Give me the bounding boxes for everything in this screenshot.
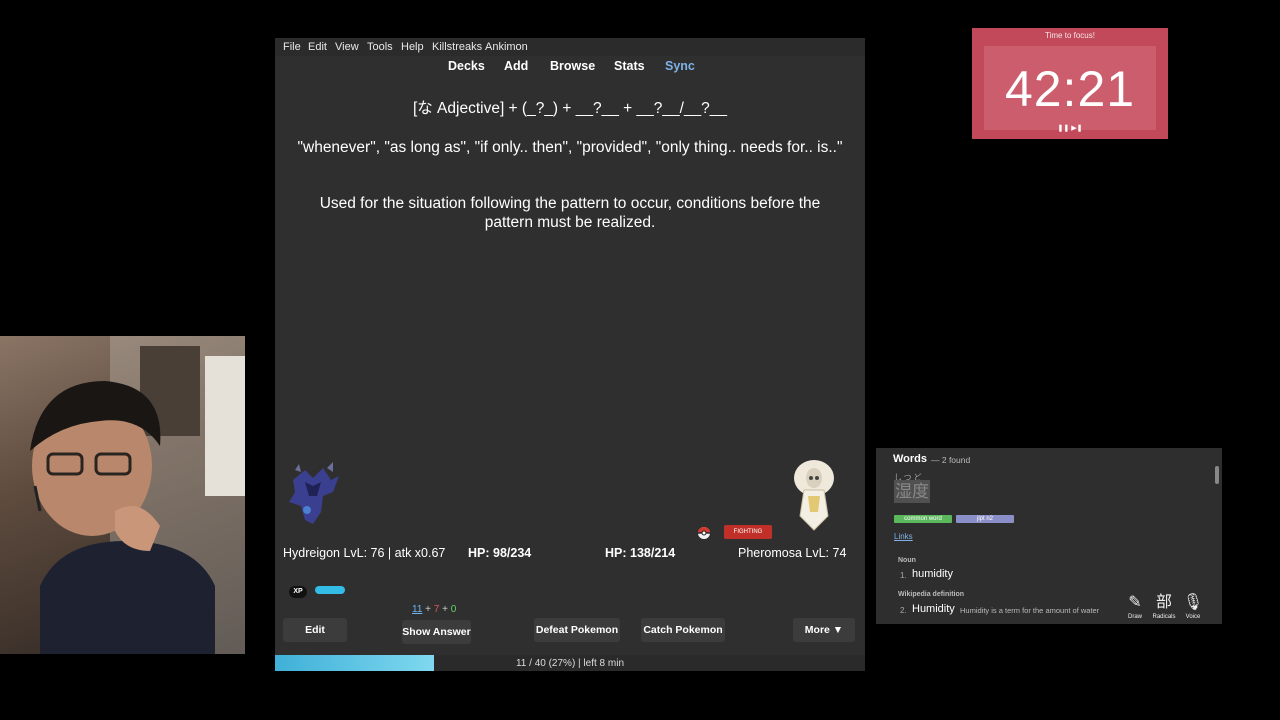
- scrollbar[interactable]: [1215, 466, 1219, 484]
- tag-common: common word: [894, 515, 952, 523]
- menu-tools[interactable]: Tools: [367, 41, 393, 53]
- enemy-hp: HP: 138/214: [605, 546, 676, 560]
- voice-tool[interactable]: 🎙 Voice: [1180, 594, 1206, 620]
- menu-ankimon[interactable]: Ankimon: [485, 41, 528, 53]
- hydreigon-sprite: [289, 462, 339, 524]
- radical-icon: 部: [1155, 594, 1172, 611]
- menu-help[interactable]: Help: [401, 41, 424, 53]
- definition-1: humidity: [912, 568, 953, 580]
- enemy-pokemon-info: Pheromosa LvL: 74: [738, 546, 847, 560]
- wikipedia-label: Wikipedia definition: [898, 591, 965, 598]
- show-answer-button[interactable]: Show Answer: [402, 620, 471, 644]
- timer-display: 42:21: [984, 46, 1156, 130]
- top-links: Decks Add Browse Stats Sync: [275, 59, 865, 77]
- webcam-feed: [0, 336, 245, 654]
- link-browse[interactable]: Browse: [550, 59, 595, 73]
- card-front: [な Adjective] + (_?_) + __?__ + __?__/__…: [412, 100, 728, 117]
- radicals-tool[interactable]: 部 Radicals: [1151, 594, 1177, 620]
- card-meanings: "whenever", "as long as", "if only.. the…: [297, 139, 843, 156]
- menu-file[interactable]: File: [283, 41, 301, 53]
- due-counts: 11 + 7 + 0: [412, 604, 457, 615]
- tag-jlpt: jlpt n2: [956, 515, 1014, 523]
- dictionary-title: Words: [893, 453, 928, 465]
- defeat-pokemon-button[interactable]: Defeat Pokemon: [534, 618, 620, 642]
- edit-button[interactable]: Edit: [283, 618, 347, 642]
- links-link[interactable]: Links: [894, 532, 913, 541]
- draw-tool[interactable]: ✎ Draw: [1122, 594, 1148, 620]
- player-hp: HP: 98/234: [468, 546, 532, 560]
- pencil-icon: ✎: [1128, 594, 1142, 611]
- microphone-icon: 🎙: [1182, 594, 1204, 611]
- results-count: — 2 found: [931, 455, 971, 465]
- menu-view[interactable]: View: [335, 41, 359, 53]
- xp-label: XP: [289, 586, 307, 598]
- link-add[interactable]: Add: [504, 59, 528, 73]
- menu-edit[interactable]: Edit: [308, 41, 327, 53]
- anki-window: File Edit View Tools Help Killstreaks An…: [275, 38, 865, 671]
- word-kanji[interactable]: 湿度: [894, 480, 930, 503]
- menu-bar: File Edit View Tools Help Killstreaks An…: [275, 38, 865, 56]
- definition-2: Humidity: [912, 603, 955, 615]
- progress-text: 11 / 40 (27%) | left 8 min: [515, 658, 625, 669]
- definition-2-description: Humidity is a term for the amount of wat…: [960, 606, 1100, 615]
- more-button[interactable]: More ▼: [793, 618, 855, 642]
- menu-killstreaks[interactable]: Killstreaks: [432, 41, 482, 53]
- focus-timer: Time to focus! 42:21 ❚❚ ▶❚: [972, 28, 1168, 139]
- pheromosa-sprite: [794, 460, 834, 531]
- timer-title: Time to focus!: [1045, 31, 1095, 40]
- timer-controls[interactable]: ❚❚ ▶❚: [972, 124, 1168, 132]
- card-usage: Used for the situation following the pat…: [319, 195, 821, 231]
- timer-time: 42:21: [1004, 61, 1136, 117]
- learn-count: 7: [433, 604, 440, 615]
- pokeball-icon: [698, 527, 710, 539]
- enemy-type-badge: FIGHTING: [724, 525, 772, 539]
- player-pokemon-info: Hydreigon LvL: 76 | atk x0.67: [283, 546, 446, 560]
- review-count: 0: [450, 604, 457, 615]
- webcam-image: [30, 336, 245, 654]
- link-sync[interactable]: Sync: [665, 59, 695, 73]
- link-stats[interactable]: Stats: [614, 59, 645, 73]
- link-decks[interactable]: Decks: [448, 59, 485, 73]
- dictionary-panel: Words — 2 found しつど 湿度 common word jlpt …: [876, 448, 1222, 624]
- new-count: 11: [412, 604, 423, 615]
- part-of-speech: Noun: [898, 557, 916, 564]
- catch-pokemon-button[interactable]: Catch Pokemon: [641, 618, 725, 642]
- xp-bar: [315, 586, 345, 594]
